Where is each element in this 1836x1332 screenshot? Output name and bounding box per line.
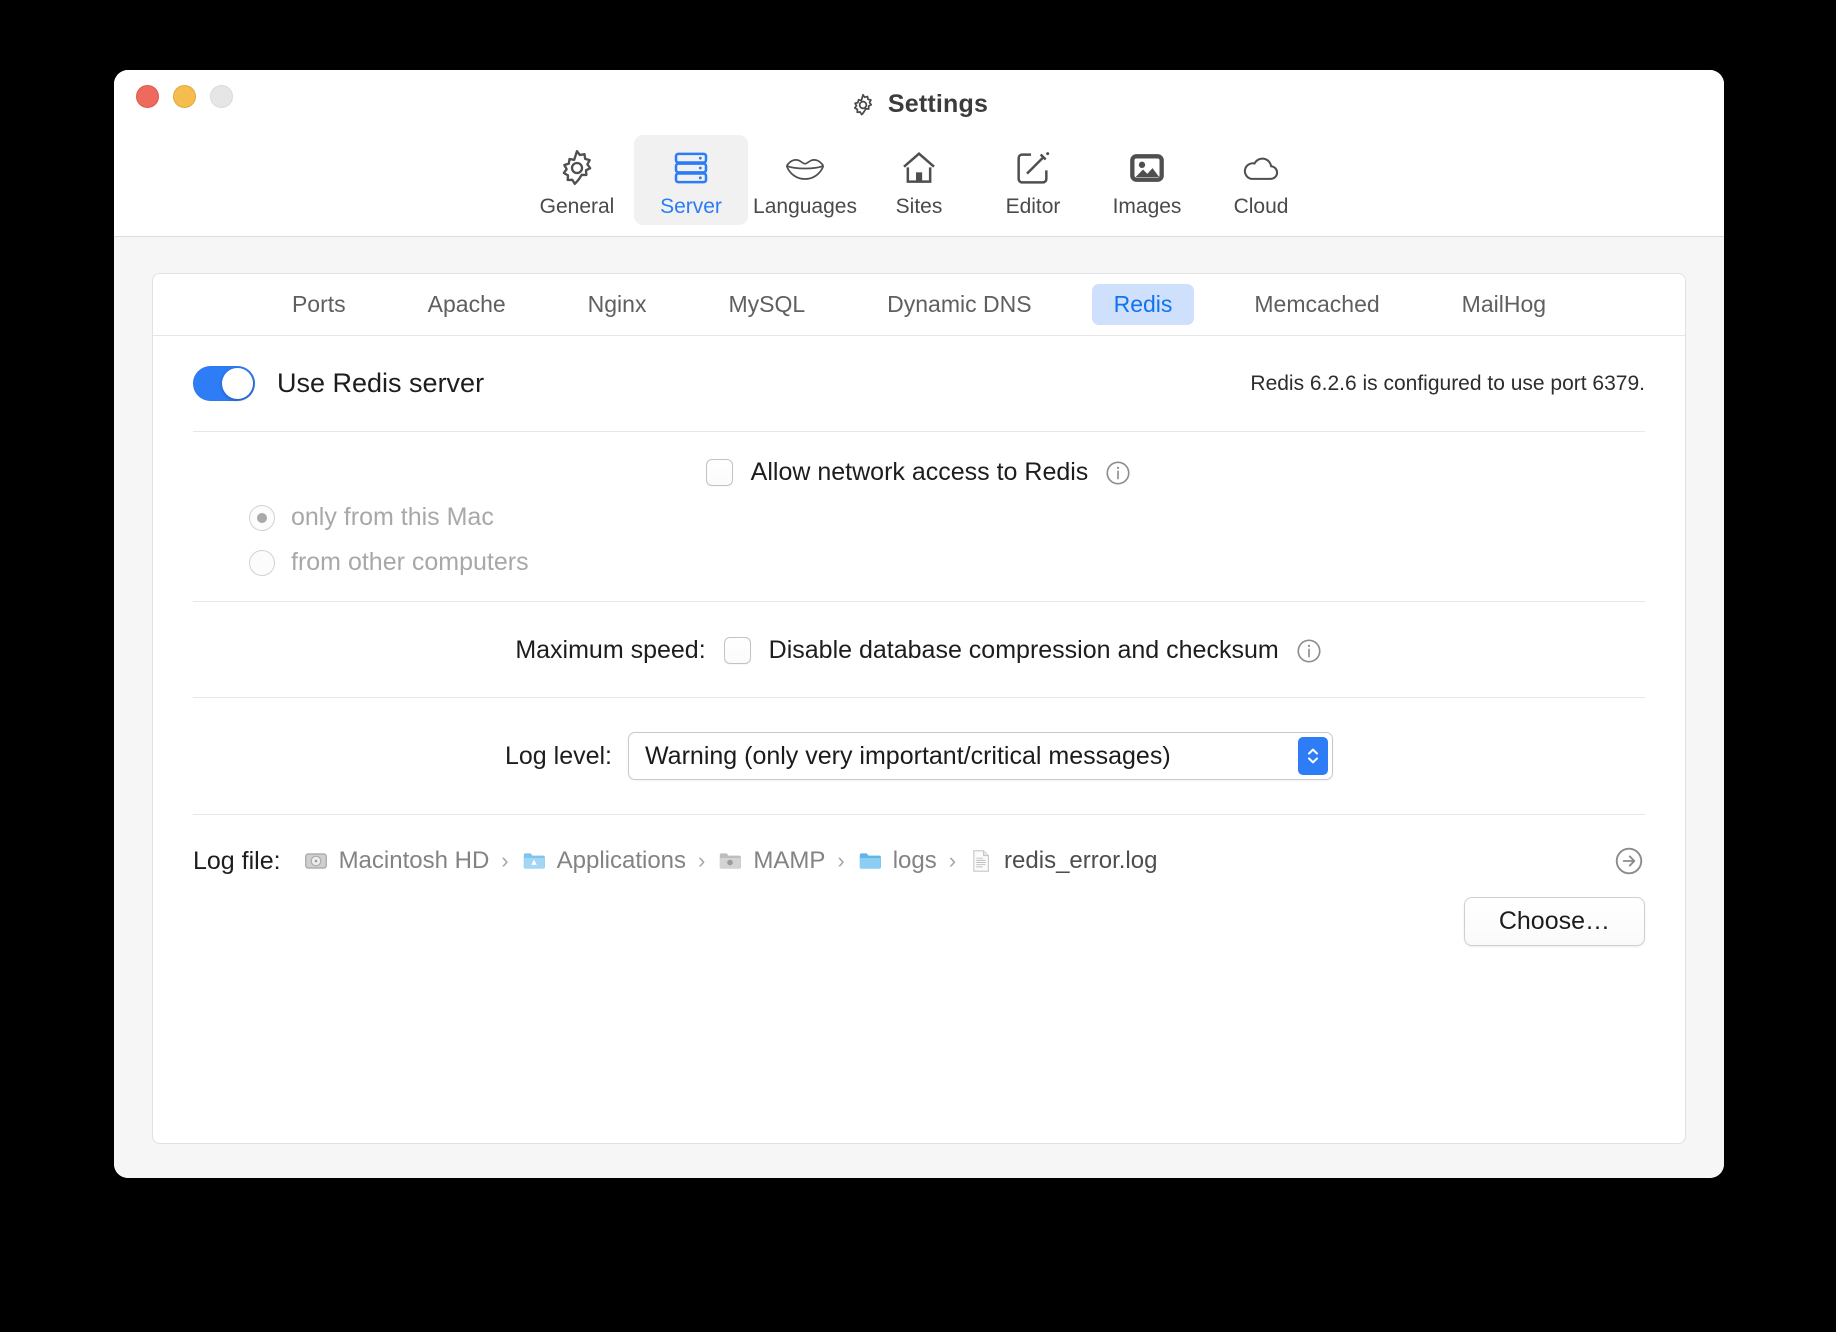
toolbar-item-general[interactable]: General	[520, 135, 634, 225]
use-redis-server-row: Use Redis server Redis 6.2.6 is configur…	[193, 336, 1645, 431]
log-file-row: Log file: Macintosh HD › Applications › …	[193, 815, 1645, 877]
toolbar-item-cloud[interactable]: Cloud	[1204, 135, 1318, 225]
info-circle-icon[interactable]	[1295, 637, 1323, 665]
info-circle-icon[interactable]	[1104, 459, 1132, 487]
breadcrumb-item-label: redis_error.log	[1004, 847, 1158, 874]
mamp-folder-icon	[717, 848, 743, 874]
breadcrumb-separator: ›	[501, 848, 509, 873]
toolbar-item-languages[interactable]: Languages	[748, 135, 862, 225]
toolbar-item-sites[interactable]: Sites	[862, 135, 976, 225]
subtab-label: Memcached	[1254, 291, 1380, 317]
subtab-label: Apache	[427, 291, 506, 317]
lips-icon	[784, 145, 826, 190]
toolbar-item-label: Languages	[753, 195, 857, 218]
subtab-memcached[interactable]: Memcached	[1232, 284, 1401, 325]
choose-button-wrap: Choose…	[193, 877, 1645, 946]
breadcrumb-separator: ›	[837, 848, 845, 873]
redis-settings-content: Use Redis server Redis 6.2.6 is configur…	[153, 336, 1685, 1143]
log-level-label: Log level:	[504, 741, 613, 770]
subtab-dynamic-dns[interactable]: Dynamic DNS	[865, 284, 1053, 325]
breadcrumb-item-redis-error-log[interactable]: redis_error.log	[968, 847, 1157, 875]
allow-network-access-checkbox[interactable]	[705, 459, 733, 486]
breadcrumb-item-macintosh-hd[interactable]: Macintosh HD	[303, 847, 490, 875]
toolbar-item-label: Sites	[895, 195, 943, 218]
breadcrumb-separator: ›	[698, 848, 706, 873]
toolbar-item-label: Editor	[1005, 195, 1061, 218]
toolbar-item-server[interactable]: Server	[634, 135, 748, 225]
page-title-text: Settings	[887, 90, 989, 118]
page-title: Settings	[114, 90, 1724, 119]
subtab-mysql[interactable]: MySQL	[706, 284, 827, 325]
house-icon	[899, 145, 939, 190]
allow-network-access-row: Allow network access to Redis	[193, 458, 1645, 487]
applications-folder-icon	[521, 848, 547, 874]
breadcrumb-item-label: MAMP	[753, 847, 826, 874]
subtab-label: MySQL	[728, 291, 806, 317]
radio-label: only from this Mac	[291, 503, 494, 531]
subtab-mailhog[interactable]: MailHog	[1440, 284, 1568, 325]
log-level-select[interactable]: Warning (only very important/critical me…	[628, 732, 1334, 780]
radio-only-this-mac-row: only from this Mac	[193, 503, 1645, 532]
breadcrumb-item-applications[interactable]: Applications	[521, 847, 686, 875]
allow-network-access-label: Allow network access to Redis	[750, 458, 1089, 486]
choose-button[interactable]: Choose…	[1463, 897, 1645, 946]
log-level-row: Log level: Warning (only very important/…	[193, 698, 1645, 814]
settings-body: Ports Apache Nginx MySQL Dynamic DNS Red…	[114, 237, 1724, 1178]
breadcrumb-item-label: logs	[892, 847, 937, 874]
log-level-value: Warning (only very important/critical me…	[645, 741, 1171, 770]
network-access-section: Allow network access to Redis only from …	[193, 432, 1645, 601]
gear-icon	[850, 92, 876, 118]
toggle-knob	[222, 368, 253, 399]
breadcrumb-item-mamp[interactable]: MAMP	[717, 847, 825, 875]
toolbar-item-images[interactable]: Images	[1090, 135, 1204, 225]
subtab-apache[interactable]: Apache	[406, 284, 528, 325]
server-icon	[671, 145, 711, 190]
gear-icon	[557, 145, 597, 190]
breadcrumb-item-label: Applications	[556, 847, 687, 874]
subtab-nginx[interactable]: Nginx	[566, 284, 669, 325]
subtab-label: Redis	[1113, 291, 1173, 317]
toolbar-item-label: Images	[1112, 195, 1182, 218]
cloud-icon	[1239, 145, 1283, 190]
subtab-redis[interactable]: Redis	[1091, 284, 1195, 325]
toolbar-item-label: General	[539, 195, 615, 218]
toolbar-item-label: Cloud	[1233, 195, 1289, 218]
breadcrumb-item-logs[interactable]: logs	[857, 847, 937, 875]
disable-compression-label: Disable database compression and checksu…	[768, 636, 1279, 664]
breadcrumb: Macintosh HD › Applications › MAMP › log…	[303, 847, 1157, 875]
breadcrumb-separator: ›	[948, 848, 957, 873]
subtab-ports[interactable]: Ports	[270, 284, 368, 325]
settings-panel: Ports Apache Nginx MySQL Dynamic DNS Red…	[152, 273, 1686, 1144]
folder-icon	[857, 848, 883, 874]
radio-from-other-computers[interactable]	[249, 549, 275, 576]
photo-icon	[1127, 145, 1167, 190]
radio-other-computers-row: from other computers	[193, 548, 1645, 577]
chevron-updown-icon	[1298, 737, 1329, 775]
document-icon	[968, 848, 994, 874]
toolbar-item-label: Server	[660, 195, 722, 218]
hard-disk-icon	[303, 848, 329, 874]
arrow-right-circle-icon[interactable]	[1613, 845, 1645, 877]
maximum-speed-row: Maximum speed: Disable database compress…	[193, 602, 1645, 697]
use-redis-server-label: Use Redis server	[277, 368, 485, 398]
subtab-label: Dynamic DNS	[887, 291, 1032, 317]
radio-only-from-this-mac[interactable]	[249, 504, 275, 531]
toolbar-item-editor[interactable]: Editor	[976, 135, 1090, 225]
window-toolbar: Settings General Server Languages Sites …	[114, 70, 1724, 237]
settings-window: Settings General Server Languages Sites …	[114, 70, 1724, 1178]
subtab-label: Nginx	[587, 291, 647, 317]
toolbar-tabs: General Server Languages Sites Editor Im…	[114, 135, 1724, 225]
breadcrumb-item-label: Macintosh HD	[338, 847, 490, 874]
subtab-label: Ports	[291, 291, 346, 317]
server-subtabs: Ports Apache Nginx MySQL Dynamic DNS Red…	[153, 274, 1685, 336]
use-redis-server-toggle[interactable]	[193, 366, 255, 401]
pencil-square-icon	[1013, 145, 1053, 190]
log-file-label: Log file:	[193, 846, 281, 875]
subtab-label: MailHog	[1461, 291, 1547, 317]
maximum-speed-label: Maximum speed:	[515, 636, 706, 664]
disable-compression-checkbox[interactable]	[723, 637, 751, 664]
radio-label: from other computers	[291, 548, 529, 576]
redis-status-text: Redis 6.2.6 is configured to use port 63…	[1250, 371, 1645, 395]
